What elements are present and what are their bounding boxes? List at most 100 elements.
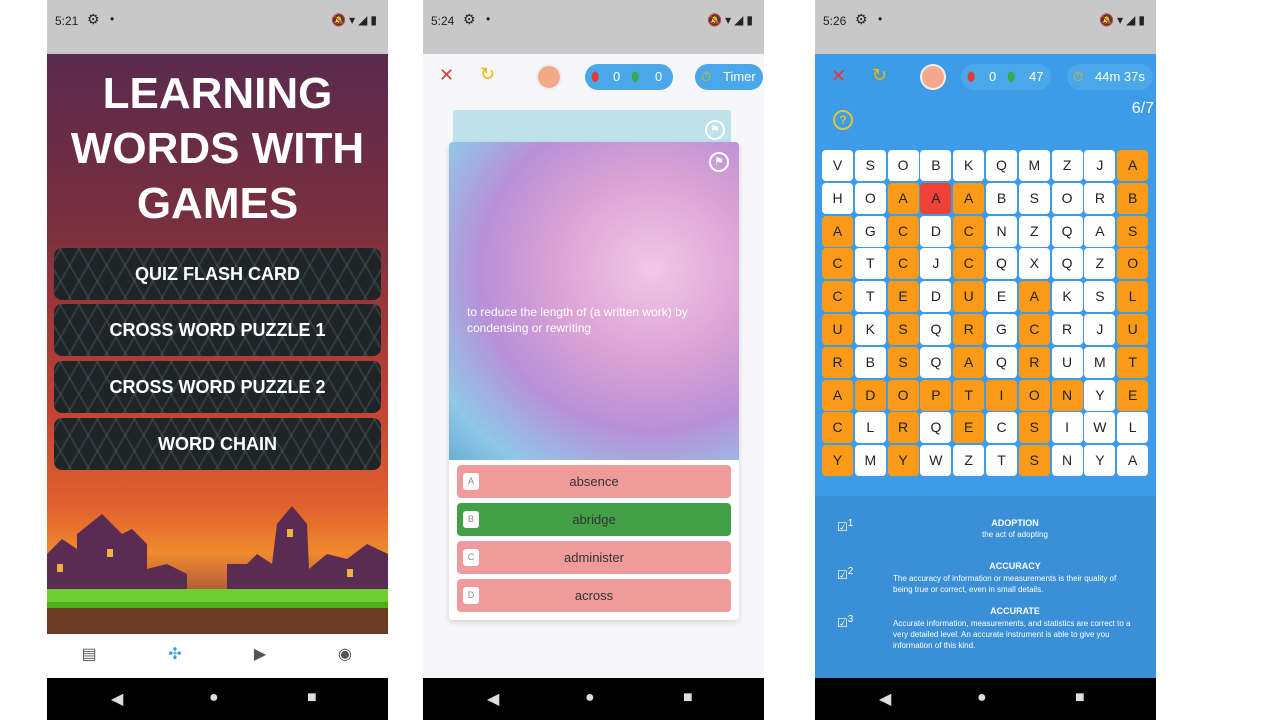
grid-cell[interactable]: C xyxy=(986,412,1017,444)
grid-cell[interactable]: A xyxy=(822,215,853,247)
grid-cell[interactable]: J xyxy=(920,248,952,280)
word-chain-button[interactable]: WORD CHAIN xyxy=(54,418,381,470)
grid-cell[interactable]: A xyxy=(1084,215,1116,247)
grid-cell[interactable]: C xyxy=(953,248,985,280)
grid-cell[interactable]: A xyxy=(822,379,853,411)
grid-cell[interactable]: O xyxy=(1117,248,1149,280)
grid-cell[interactable]: O xyxy=(1051,182,1083,214)
grid-cell[interactable]: C xyxy=(887,215,919,247)
grid-cell[interactable]: Q xyxy=(920,314,952,345)
grid-cell[interactable]: C xyxy=(887,248,919,280)
grid-cell[interactable]: R xyxy=(1051,314,1083,345)
grid-cell[interactable]: A xyxy=(1117,445,1149,477)
option-b[interactable]: B abridge xyxy=(457,503,731,536)
grid-cell[interactable]: U xyxy=(953,281,985,313)
back-icon[interactable]: ◀ xyxy=(879,689,891,709)
close-icon[interactable]: ✕ xyxy=(439,65,454,86)
grid-cell[interactable]: S xyxy=(887,346,919,378)
help-icon[interactable]: ? xyxy=(833,110,853,130)
grid-cell[interactable]: A xyxy=(1117,150,1149,181)
grid-cell[interactable]: B xyxy=(1117,182,1149,214)
grid-cell[interactable]: C xyxy=(822,412,853,444)
grid-cell[interactable]: O xyxy=(887,379,919,411)
profile-icon[interactable]: ◉ xyxy=(335,644,355,664)
grid-cell[interactable]: S xyxy=(854,150,886,181)
grid-cell[interactable]: Y xyxy=(1084,445,1116,477)
grid-cell[interactable]: S xyxy=(1117,215,1149,247)
grid-cell[interactable]: A xyxy=(953,346,985,378)
close-icon[interactable]: ✕ xyxy=(831,66,846,87)
avatar[interactable] xyxy=(920,64,946,90)
grid-cell[interactable]: H xyxy=(822,182,853,214)
grid-cell[interactable]: E xyxy=(887,281,919,313)
grid-cell[interactable]: B xyxy=(986,182,1017,214)
grid-cell[interactable]: R xyxy=(1018,346,1050,378)
recents-icon[interactable]: ■ xyxy=(307,689,317,707)
grid-cell[interactable]: I xyxy=(986,379,1017,411)
refresh-icon[interactable]: ↻ xyxy=(872,65,887,86)
grid-cell[interactable]: U xyxy=(1051,346,1083,378)
grid-cell[interactable]: Q xyxy=(920,412,952,444)
grid-cell[interactable]: B xyxy=(854,346,886,378)
grid-cell[interactable]: S xyxy=(887,314,919,345)
flag-icon[interactable]: ⚑ xyxy=(709,152,729,172)
grid-cell[interactable]: C xyxy=(1018,314,1050,345)
flag-icon[interactable]: ⚑ xyxy=(705,120,725,140)
grid-cell[interactable]: Z xyxy=(1051,150,1083,181)
grid-cell[interactable]: W xyxy=(920,445,952,477)
back-icon[interactable]: ◀ xyxy=(111,689,123,709)
grid-cell[interactable]: C xyxy=(953,215,985,247)
grid-cell[interactable]: M xyxy=(854,445,886,477)
grid-cell[interactable]: C xyxy=(822,281,853,313)
grid-cell[interactable]: Y xyxy=(822,445,853,477)
option-a[interactable]: A absence xyxy=(457,465,731,498)
grid-cell[interactable]: A xyxy=(953,182,985,214)
document-icon[interactable]: ▤ xyxy=(79,644,99,664)
refresh-icon[interactable]: ↻ xyxy=(480,64,495,85)
cross-word-puzzle-1-button[interactable]: CROSS WORD PUZZLE 1 xyxy=(54,304,381,356)
grid-cell[interactable]: Z xyxy=(1084,248,1116,280)
grid-cell[interactable]: L xyxy=(1117,281,1149,313)
grid-cell[interactable]: T xyxy=(854,248,886,280)
grid-cell[interactable]: Q xyxy=(986,248,1017,280)
grid-cell[interactable]: Q xyxy=(920,346,952,378)
grid-cell[interactable]: Z xyxy=(953,445,985,477)
grid-cell[interactable]: V xyxy=(822,150,853,181)
gamepad-icon[interactable]: ✣ xyxy=(165,644,185,664)
grid-cell[interactable]: B xyxy=(920,150,952,181)
grid-cell[interactable]: L xyxy=(1117,412,1149,444)
quiz-flash-card-button[interactable]: QUIZ FLASH CARD xyxy=(54,248,381,300)
grid-cell[interactable]: X xyxy=(1018,248,1050,280)
grid-cell[interactable]: O xyxy=(887,150,919,181)
grid-cell[interactable]: J xyxy=(1084,314,1116,345)
grid-cell[interactable]: M xyxy=(1018,150,1050,181)
grid-cell[interactable]: S xyxy=(1018,182,1050,214)
home-icon[interactable]: ● xyxy=(209,689,219,707)
grid-cell[interactable]: U xyxy=(1117,314,1149,345)
grid-cell[interactable]: Y xyxy=(887,445,919,477)
grid-cell[interactable]: Q xyxy=(1051,215,1083,247)
grid-cell[interactable]: R xyxy=(887,412,919,444)
grid-cell[interactable]: E xyxy=(953,412,985,444)
grid-cell[interactable]: N xyxy=(1051,379,1083,411)
grid-cell[interactable]: J xyxy=(1084,150,1116,181)
grid-cell[interactable]: O xyxy=(854,182,886,214)
grid-cell[interactable]: Z xyxy=(1018,215,1050,247)
grid-cell[interactable]: T xyxy=(1117,346,1149,378)
grid-cell[interactable]: C xyxy=(822,248,853,280)
cross-word-puzzle-2-button[interactable]: CROSS WORD PUZZLE 2 xyxy=(54,361,381,413)
grid-cell[interactable]: N xyxy=(986,215,1017,247)
option-c[interactable]: C administer xyxy=(457,541,731,574)
grid-cell[interactable]: R xyxy=(953,314,985,345)
grid-cell[interactable]: G xyxy=(986,314,1017,345)
option-d[interactable]: D across xyxy=(457,579,731,612)
grid-cell[interactable]: S xyxy=(1018,412,1050,444)
grid-cell[interactable]: E xyxy=(986,281,1017,313)
grid-cell[interactable]: W xyxy=(1084,412,1116,444)
grid-cell[interactable]: M xyxy=(1084,346,1116,378)
grid-cell[interactable]: S xyxy=(1018,445,1050,477)
avatar[interactable] xyxy=(536,64,562,90)
grid-cell[interactable]: Y xyxy=(1084,379,1116,411)
grid-cell[interactable]: Q xyxy=(1051,248,1083,280)
grid-cell[interactable]: K xyxy=(1051,281,1083,313)
